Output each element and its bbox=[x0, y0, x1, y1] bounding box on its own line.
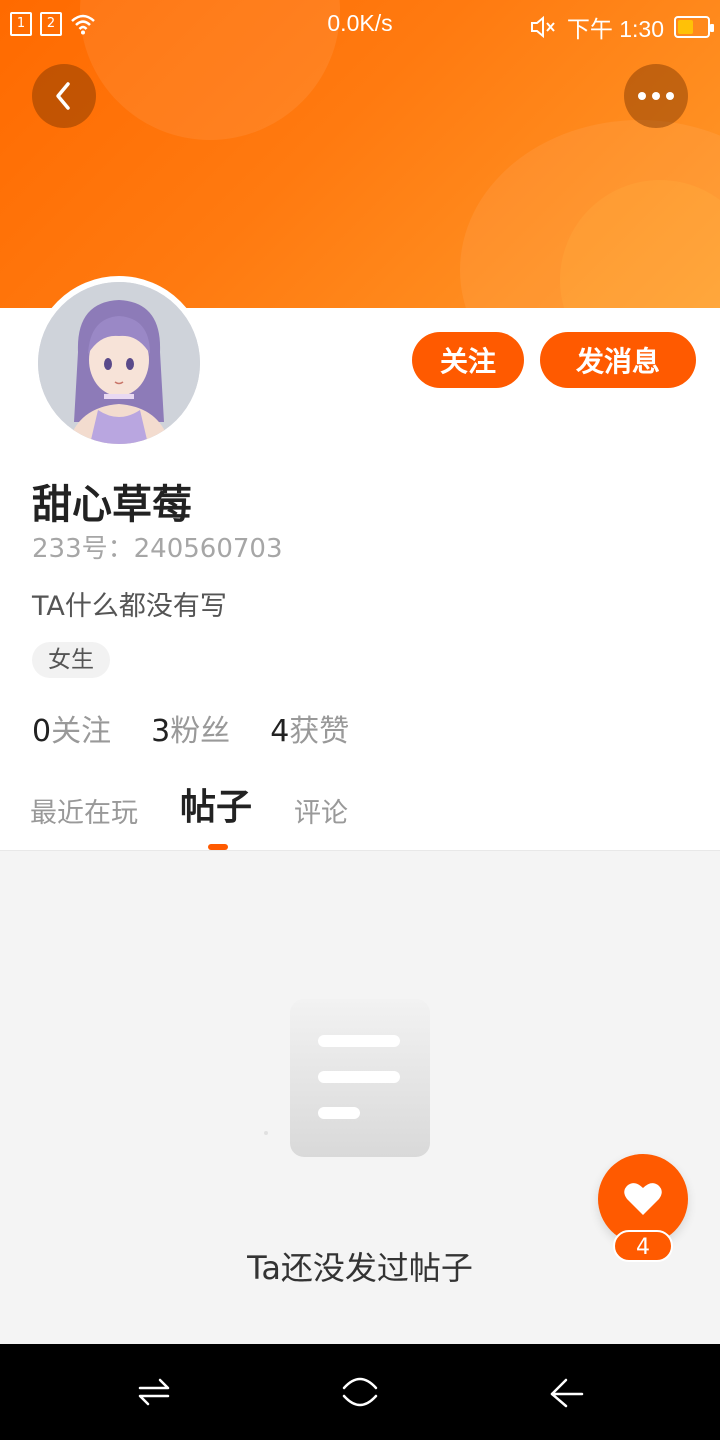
back-arrow-icon bbox=[550, 1378, 584, 1408]
stat-following-label: 关注 bbox=[51, 714, 112, 749]
tab-comments[interactable]: 评论 bbox=[294, 791, 348, 830]
clock: 下午 1:30 bbox=[566, 16, 664, 42]
empty-document-icon bbox=[264, 999, 430, 1157]
empty-state-text: Ta还没发过帖子 bbox=[247, 1249, 473, 1287]
user-id: 233号：240560703 bbox=[32, 534, 283, 564]
tab-recent-played[interactable]: 最近在玩 bbox=[30, 791, 138, 830]
more-button[interactable] bbox=[624, 64, 688, 128]
follow-button[interactable]: 关注 bbox=[412, 332, 524, 388]
user-bio: TA什么都没有写 bbox=[32, 591, 227, 622]
nav-home-button[interactable] bbox=[330, 1364, 390, 1420]
switch-arrows-icon bbox=[138, 1378, 170, 1406]
posts-content: Ta还没发过帖子 bbox=[0, 850, 720, 1344]
user-name: 甜心草莓 bbox=[32, 482, 192, 528]
stat-likes-count: 4 bbox=[270, 714, 290, 749]
system-nav-bar bbox=[0, 1344, 720, 1440]
stat-fans-count: 3 bbox=[151, 714, 171, 749]
status-bar: 1 2 0.0K/s 下午 1:30 bbox=[0, 0, 720, 50]
more-dots-icon bbox=[638, 92, 674, 100]
tab-posts[interactable]: 帖子 bbox=[180, 778, 252, 830]
back-button[interactable] bbox=[32, 64, 96, 128]
stat-fans-label: 粉丝 bbox=[170, 714, 231, 749]
stat-following[interactable]: 0关注 bbox=[32, 706, 111, 750]
heart-icon bbox=[624, 1183, 662, 1215]
home-diamond-icon bbox=[342, 1377, 378, 1407]
stat-fans[interactable]: 3粉丝 bbox=[151, 706, 230, 750]
profile-tabs: 最近在玩 帖子 评论 bbox=[30, 780, 348, 830]
like-count-badge: 4 bbox=[613, 1230, 673, 1262]
nav-recents-button[interactable] bbox=[124, 1364, 184, 1420]
chevron-left-icon bbox=[56, 82, 70, 110]
stat-likes-label: 获赞 bbox=[289, 714, 350, 749]
avatar[interactable] bbox=[32, 276, 206, 450]
mute-icon bbox=[530, 15, 555, 39]
nav-back-button[interactable] bbox=[536, 1364, 596, 1420]
stat-following-count: 0 bbox=[32, 714, 52, 749]
stat-likes[interactable]: 4获赞 bbox=[270, 706, 349, 750]
stats-row: 0关注 3粉丝 4获赞 bbox=[32, 706, 349, 750]
avatar-illustration bbox=[38, 282, 200, 444]
battery-icon bbox=[674, 16, 714, 38]
send-message-button[interactable]: 发消息 bbox=[540, 332, 696, 388]
gender-tag: 女生 bbox=[32, 642, 110, 678]
